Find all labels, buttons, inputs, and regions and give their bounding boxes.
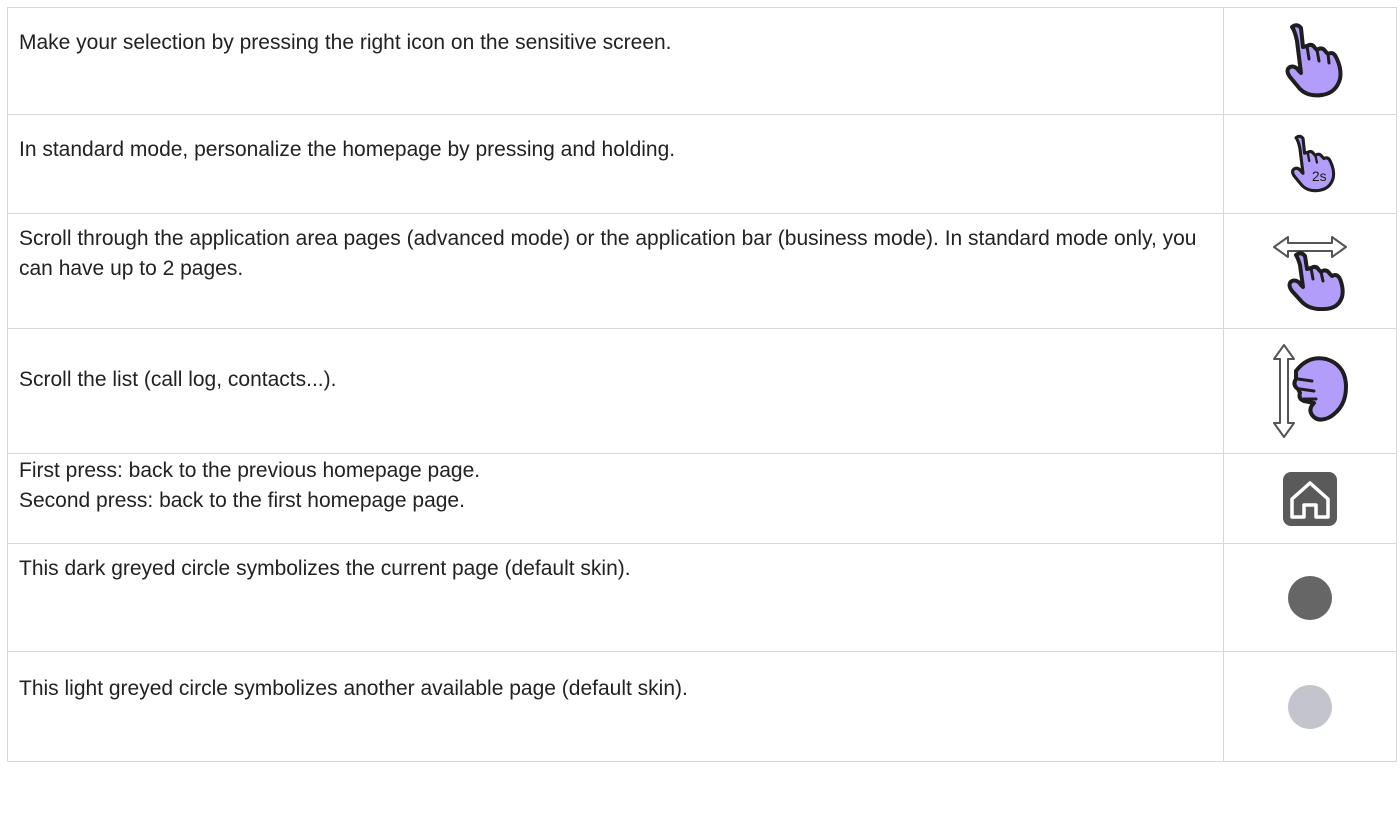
row-description: First press: back to the previous homepa… — [7, 453, 1224, 544]
icon-cell — [1223, 213, 1397, 329]
row-line: First press: back to the previous homepa… — [19, 459, 481, 482]
dark-grey-dot-icon — [1224, 574, 1396, 622]
long-press-hand-icon: 2s — [1224, 133, 1396, 195]
light-grey-dot-icon — [1224, 683, 1396, 731]
row-description: Scroll through the application area page… — [7, 213, 1224, 329]
row-description: This dark greyed circle symbolizes the c… — [7, 543, 1224, 652]
icon-cell — [1223, 543, 1397, 652]
icon-cell — [1223, 453, 1397, 544]
row-description: Make your selection by pressing the righ… — [7, 7, 1224, 115]
table-row: Scroll the list (call log, contacts...). — [7, 328, 1397, 454]
row-description: This light greyed circle symbolizes anot… — [7, 651, 1224, 762]
table-row: Scroll through the application area page… — [7, 213, 1397, 329]
icon-cell — [1223, 651, 1397, 762]
table-row: First press: back to the previous homepa… — [7, 453, 1397, 544]
table-row: This light greyed circle symbolizes anot… — [7, 651, 1397, 762]
icon-cell — [1223, 7, 1397, 115]
table-row: In standard mode, personalize the homepa… — [7, 114, 1397, 214]
tap-hand-icon — [1224, 21, 1396, 101]
row-description: In standard mode, personalize the homepa… — [7, 114, 1224, 214]
long-press-badge: 2s — [1312, 168, 1327, 184]
row-description: Scroll the list (call log, contacts...). — [7, 328, 1224, 454]
gesture-reference-table: Make your selection by pressing the righ… — [7, 7, 1397, 762]
table-row: This dark greyed circle symbolizes the c… — [7, 543, 1397, 652]
table-row: Make your selection by pressing the righ… — [7, 7, 1397, 115]
home-icon — [1224, 471, 1396, 527]
horizontal-swipe-hand-icon — [1224, 231, 1396, 311]
icon-cell — [1223, 328, 1397, 454]
vertical-scroll-hand-icon — [1224, 341, 1396, 441]
icon-cell: 2s — [1223, 114, 1397, 214]
row-line: Second press: back to the first homepage… — [19, 489, 465, 512]
